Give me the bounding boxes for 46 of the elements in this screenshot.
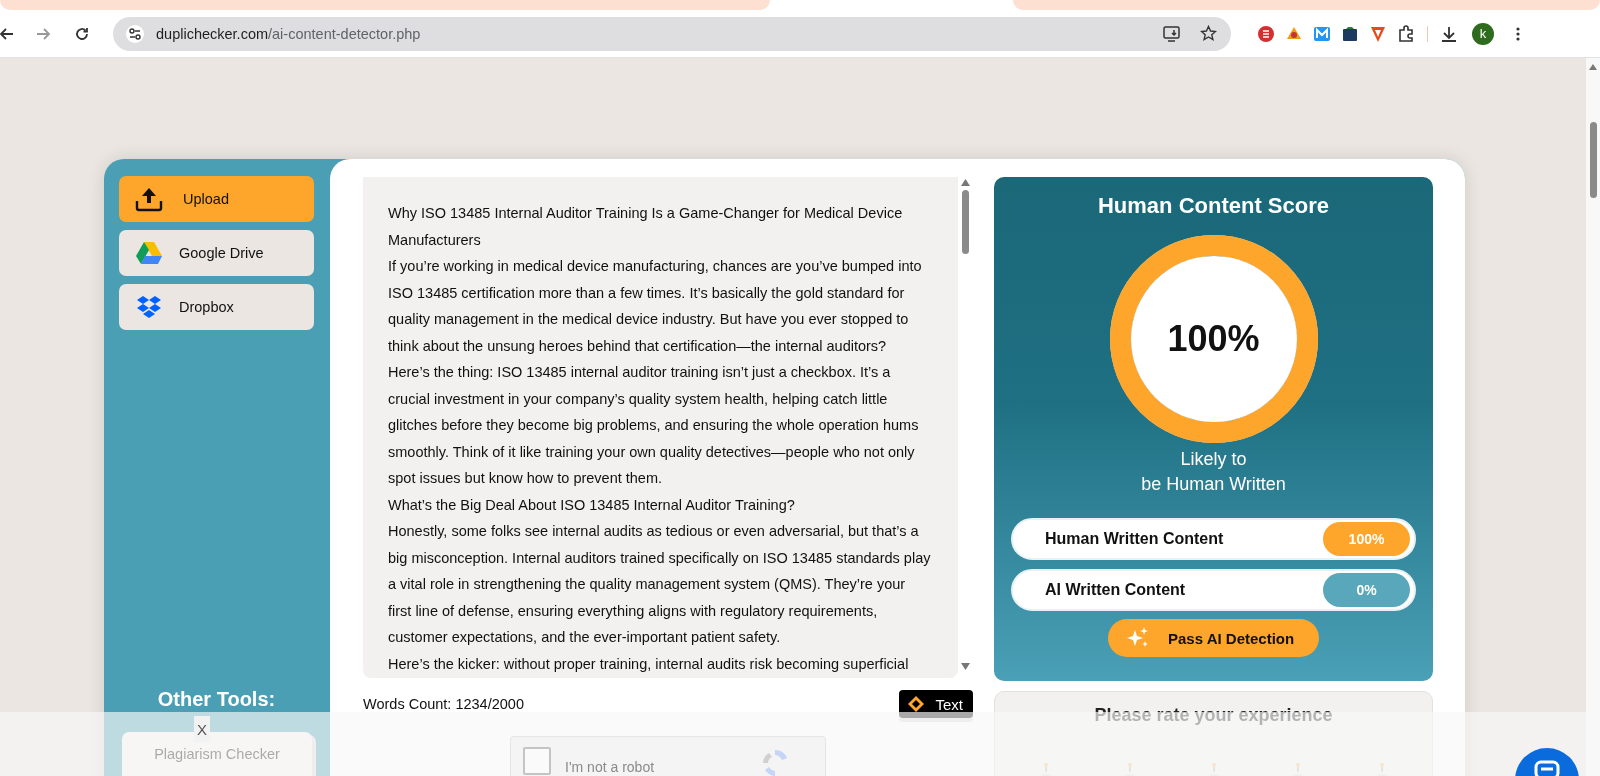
scrollbar[interactable]	[1586, 58, 1600, 776]
paragraph: What’s the Big Deal About ISO 13485 Internal Auditor Training?	[388, 495, 796, 515]
extension-icon[interactable]	[1341, 24, 1359, 43]
paragraph: Here’s the thing: ISO 13485 internal auditor training isn’t just a checkbox. It’s a crucial investment in your company’s quality system health, helping catch little glitches before they become big problems, and ensuring the whole operation hums smoothly. Think of it like training your own quality detectives—people who not only spot issues but know how to prevent them.	[388, 363, 920, 488]
paragraph: Why ISO 13485 Internal Auditor Training Is a Game-Changer for Medical Device Manufacturers	[388, 204, 904, 250]
word-count: Words Count: 1234/2000	[363, 696, 524, 712]
star-icon[interactable]	[1200, 25, 1217, 42]
score-title: Human Content Score	[1098, 192, 1329, 220]
percentage-badge: 100%	[1323, 522, 1410, 556]
scroll-down-icon[interactable]	[961, 663, 970, 670]
url-text: duplichecker.com/ai-content-detector.php	[156, 25, 422, 42]
chat-icon	[1534, 760, 1560, 776]
extension-icon[interactable]	[1257, 24, 1275, 43]
pass-ai-button[interactable]: Pass AI Detection	[1108, 619, 1319, 657]
scrollbar-thumb[interactable]	[962, 190, 969, 254]
rating-title: Please rate your experience	[1094, 705, 1333, 726]
profile-avatar[interactable]: k	[1472, 22, 1494, 45]
drive-icon	[135, 240, 163, 266]
paragraph: If you’re working in medical device manufacturing, chances are you’ve bumped into ISO 13485 certification more than a few times. It’s basically the gold standard for quality management in the medical device industry. But have you ever stopped to think about the unsung heroes behind that certification—the internal auditors?	[388, 257, 923, 356]
puzzle-icon[interactable]	[1397, 24, 1415, 43]
result-label: Human Written Content	[1045, 530, 1224, 548]
scroll-up-icon[interactable]	[1589, 64, 1597, 70]
source-button[interactable]: Dropbox	[119, 284, 314, 330]
percentage-badge: 0%	[1323, 573, 1410, 607]
site-settings-icon[interactable]	[126, 24, 144, 43]
reload-icon[interactable]	[74, 25, 90, 42]
forward-icon[interactable]	[36, 25, 52, 42]
result-label: AI Written Content	[1045, 581, 1186, 599]
section-title: Other Tools:	[156, 688, 277, 711]
source-button[interactable]: Upload	[119, 176, 314, 222]
back-icon[interactable]	[0, 25, 14, 42]
address-bar[interactable]: duplichecker.com/ai-content-detector.php	[113, 16, 1231, 51]
upload-icon	[135, 186, 163, 212]
close-button[interactable]: X	[194, 716, 210, 742]
captcha-checkbox[interactable]	[523, 747, 551, 775]
scroll-up-icon[interactable]	[961, 179, 970, 186]
source-button[interactable]: Google Drive	[119, 230, 314, 276]
paragraph: Honestly, some folks see internal audits as tedious or even adversarial, but that’s a big misconception. Internal auditors trained specifically on ISO 13485 standards play a vital role in strengthening the quality management system (QMS). They’re your first line of defense, ensuring everything aligns with regulatory requirements, customer expectations, and the ever-important patient safety.	[388, 522, 932, 647]
scrollbar-thumb[interactable]	[1589, 122, 1597, 198]
download-icon[interactable]	[1440, 24, 1458, 43]
dropbox-icon	[135, 294, 163, 320]
paragraph: Here’s the kicker: without proper training, internal audits risk becoming superficial	[388, 654, 910, 674]
captcha-label: I'm not a robot	[565, 759, 655, 775]
verdict-text: Likely to be Human Written	[1141, 448, 1286, 496]
install-icon[interactable]	[1163, 25, 1180, 42]
score-value: 100%	[1167, 318, 1260, 360]
